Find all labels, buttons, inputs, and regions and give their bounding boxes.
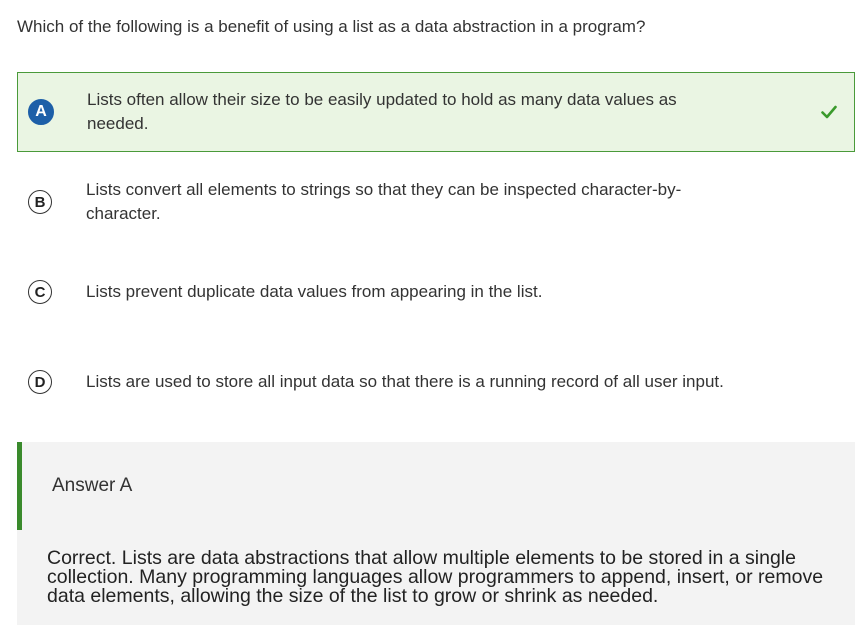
answer-title: Answer A [52, 475, 133, 496]
question-text: Which of the following is a benefit of u… [17, 17, 646, 36]
option-text-b: Lists convert all elements to strings so… [86, 180, 682, 223]
option-letter-b: B [28, 190, 52, 214]
option-text-d: Lists are used to store all input data s… [86, 372, 724, 391]
option-letter-d: D [28, 370, 52, 394]
option-letter-a: A [28, 99, 54, 125]
option-text-c: Lists prevent duplicate data values from… [86, 282, 543, 301]
option-b[interactable]: B Lists convert all elements to strings … [17, 162, 855, 242]
answer-panel: Answer A Correct. Lists are data abstrac… [17, 442, 855, 625]
answer-accent-bar [17, 442, 22, 530]
option-c[interactable]: C Lists prevent duplicate data values fr… [17, 252, 855, 332]
option-a[interactable]: A Lists often allow their size to be eas… [17, 72, 855, 152]
option-text-a: Lists often allow their size to be easil… [87, 90, 677, 133]
checkmark-icon [821, 105, 837, 119]
option-letter-c: C [28, 280, 52, 304]
answer-explanation: Correct. Lists are data abstractions tha… [47, 547, 824, 607]
option-d[interactable]: D Lists are used to store all input data… [17, 342, 855, 422]
